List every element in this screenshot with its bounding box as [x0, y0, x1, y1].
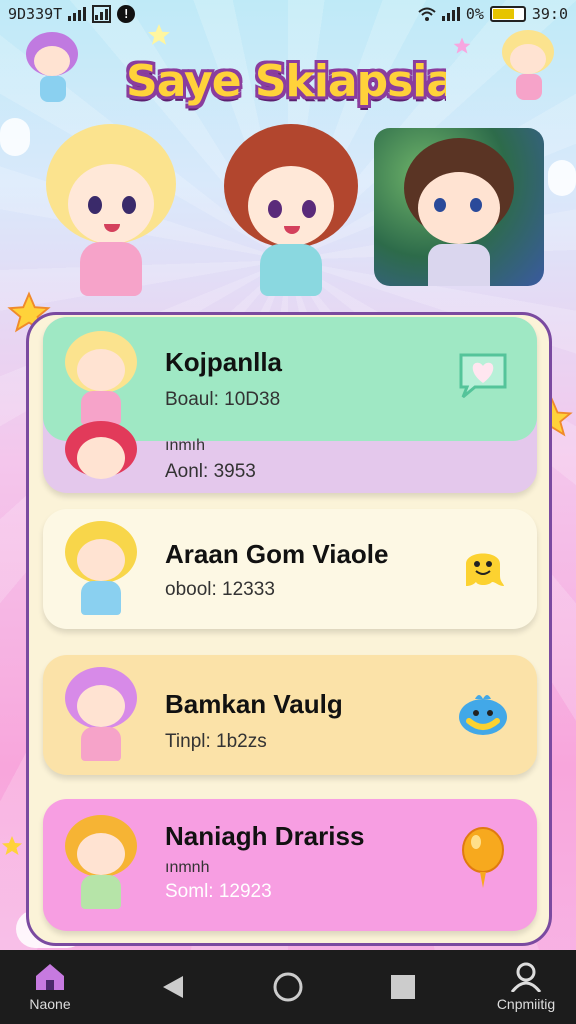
- player-stat: Boaul: 10D38: [165, 389, 281, 410]
- home-button[interactable]: [264, 963, 312, 1011]
- player-name: Araan Gom Viaole: [165, 539, 389, 569]
- nav-profile[interactable]: Cnpmiitig: [494, 962, 558, 1012]
- recents-square-icon: [391, 975, 415, 999]
- game-title: Saye Skiapsia!: [126, 56, 446, 107]
- nav-home[interactable]: Naone: [18, 962, 82, 1012]
- player-stat: obool: 12333: [165, 579, 275, 600]
- recents-button[interactable]: [379, 963, 427, 1011]
- home-icon: [36, 964, 64, 990]
- featured-character-photo[interactable]: [374, 128, 544, 286]
- player-stat: Tinpl: 1b2zs: [165, 731, 267, 752]
- cloud-decoration: [548, 160, 576, 196]
- status-clock: 39:0: [531, 5, 568, 23]
- smiling-ghost-icon[interactable]: [455, 539, 511, 595]
- back-triangle-icon: [163, 976, 183, 998]
- player-card[interactable]: Bamkan Vaulg Tinpl: 1b2zs: [43, 655, 537, 775]
- player-name: Kojpanlla: [165, 347, 283, 377]
- player-list-panel[interactable]: Kojpanlla Boaul: 10D38 ınmıh Aonl: 3953 …: [26, 312, 552, 946]
- player-card[interactable]: Naniagh Drariss ınmnh Soml: 12923: [43, 799, 537, 931]
- status-bar: 9D339T ! 0% 39:0: [0, 0, 576, 28]
- back-button[interactable]: [149, 963, 197, 1011]
- cloud-decoration: [0, 118, 30, 156]
- player-stat: Soml: 12923: [165, 881, 272, 902]
- hero-character-blonde[interactable]: [36, 120, 186, 300]
- player-card[interactable]: Kojpanlla Boaul: 10D38 ınmıh Aonl: 3953: [43, 317, 537, 493]
- status-time: 9D339T: [8, 5, 63, 23]
- player-avatar: [59, 815, 143, 911]
- signal-boxed-icon: [92, 5, 112, 23]
- player-name: Naniagh Drariss: [165, 821, 365, 851]
- status-left: 9D339T !: [8, 5, 136, 23]
- heart-chat-icon[interactable]: [455, 347, 511, 403]
- right-corner-avatar[interactable]: [496, 30, 560, 102]
- battery-icon: [489, 6, 526, 22]
- star-icon: [453, 37, 471, 54]
- blue-bird-icon[interactable]: [455, 685, 511, 741]
- notification-icon: !: [117, 5, 136, 23]
- player-avatar: [59, 331, 143, 427]
- player-avatar-secondary: [59, 421, 143, 491]
- player-extra-stat: Aonl: 3953: [165, 461, 256, 482]
- wifi-icon: [418, 7, 436, 21]
- nav-profile-label: Cnpmiitig: [496, 996, 556, 1012]
- hero-character-redhead[interactable]: [216, 120, 366, 300]
- nav-home-label: Naone: [29, 996, 71, 1012]
- cell-signal-icon: [441, 7, 460, 21]
- player-avatar: [59, 667, 143, 763]
- player-name: Bamkan Vaulg: [165, 689, 343, 719]
- star-icon: [2, 836, 22, 855]
- signal-icon: [68, 7, 87, 21]
- orange-balloon-icon[interactable]: [455, 827, 511, 888]
- bottom-navigation: Naone Cnpmiitig: [0, 950, 576, 1024]
- status-right: 0% 39:0: [418, 5, 568, 23]
- player-sub-label: ınmnh: [165, 859, 210, 876]
- player-card[interactable]: Araan Gom Viaole obool: 12333: [43, 509, 537, 629]
- home-circle-icon: [273, 972, 303, 1002]
- profile-icon: [510, 962, 542, 992]
- player-avatar: [59, 521, 143, 617]
- left-corner-avatar[interactable]: [20, 32, 84, 104]
- battery-percent: 0%: [465, 5, 484, 23]
- player-extra-label: ınmıh: [165, 437, 206, 454]
